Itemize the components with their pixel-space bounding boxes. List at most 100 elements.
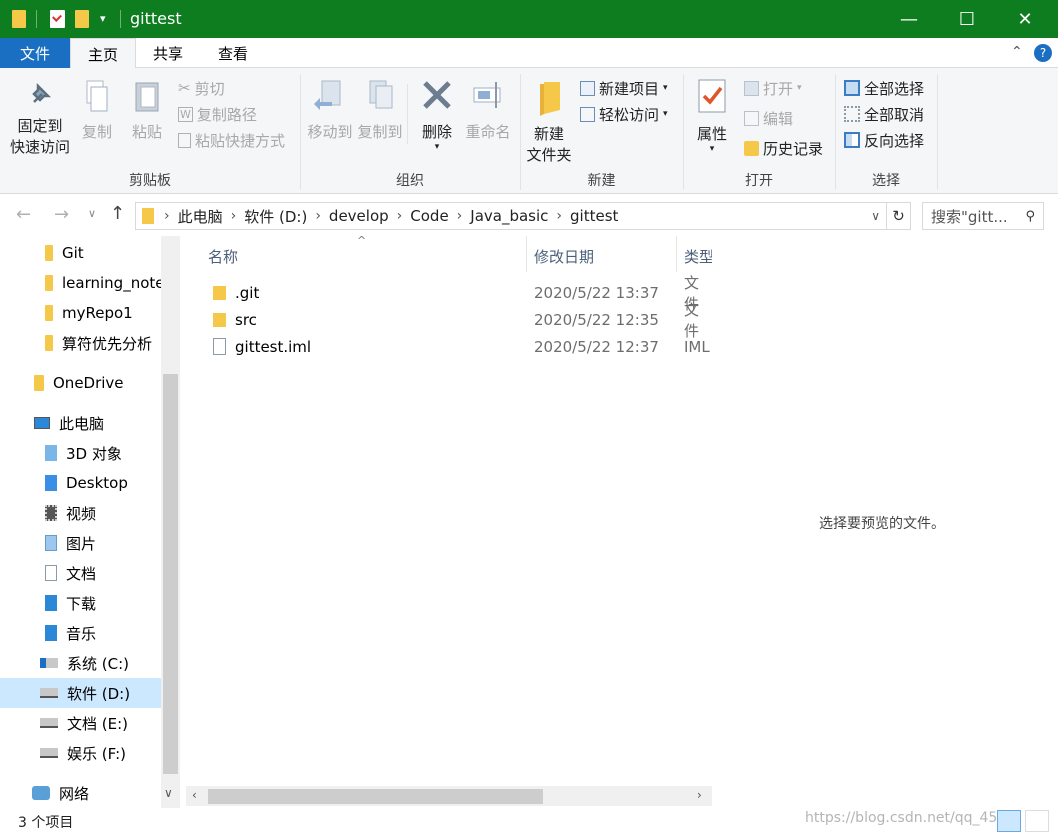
properties-dropdown-icon[interactable]: ▾	[690, 145, 734, 154]
divider	[36, 10, 37, 28]
properties-button[interactable]: 属性 ▾	[690, 78, 734, 154]
minimize-button[interactable]: —	[880, 0, 938, 38]
chevron-right-icon[interactable]: ›	[315, 208, 321, 224]
nav-item-videos[interactable]: 视频	[0, 498, 161, 528]
nav-item-3d-objects[interactable]: 3D 对象	[0, 438, 161, 468]
new-folder-button[interactable]: 新建 文件夹	[524, 78, 574, 166]
nav-item-network[interactable]: 网络	[0, 778, 161, 808]
breadcrumb-gittest[interactable]: gittest	[570, 207, 618, 225]
chevron-right-icon[interactable]: ›	[231, 208, 237, 224]
breadcrumb-java-basic[interactable]: Java_basic	[470, 207, 548, 225]
nav-item-drive-e[interactable]: 文档 (E:)	[0, 708, 161, 738]
search-icon[interactable]: ⚲	[1025, 209, 1035, 224]
nav-item-myrepo1[interactable]: myRepo1	[0, 298, 161, 328]
cut-button[interactable]: ✂ 剪切	[178, 76, 225, 100]
videos-icon	[45, 505, 57, 521]
tab-home[interactable]: 主页	[70, 38, 136, 69]
breadcrumb-develop[interactable]: develop	[329, 207, 389, 225]
up-arrow-icon[interactable]: ↑	[110, 203, 125, 224]
copy-label: 复制	[81, 123, 112, 141]
breadcrumb-code[interactable]: Code	[410, 207, 448, 225]
nav-item-this-pc[interactable]: 此电脑	[0, 408, 161, 438]
paste-shortcut-button[interactable]: 粘贴快捷方式	[178, 128, 285, 152]
nav-item-downloads[interactable]: 下载	[0, 588, 161, 618]
back-arrow-icon[interactable]: ←	[16, 204, 31, 225]
chevron-right-icon[interactable]: ›	[556, 208, 562, 224]
details-view-icon[interactable]	[997, 810, 1021, 832]
recent-locations-icon[interactable]: ∨	[88, 207, 96, 220]
delete-dropdown-icon[interactable]: ▾	[416, 143, 458, 152]
nav-label: 文档 (E:)	[67, 714, 129, 733]
nav-item-documents[interactable]: 文档	[0, 558, 161, 588]
chevron-right-icon[interactable]: ›	[164, 208, 170, 224]
maximize-button[interactable]: ☐	[938, 0, 996, 38]
breadcrumb-drive-d[interactable]: 软件 (D:)	[244, 206, 307, 227]
delete-button[interactable]: 删除 ▾	[416, 78, 458, 152]
column-header-name[interactable]: 名称	[208, 246, 238, 267]
nav-item-drive-f[interactable]: 娱乐 (F:)	[0, 738, 161, 768]
horizontal-scroll-thumb[interactable]	[208, 789, 543, 804]
open-button[interactable]: 打开 ▾	[744, 76, 802, 100]
column-divider[interactable]	[676, 236, 677, 272]
copy-path-button[interactable]: W 复制路径	[178, 102, 257, 126]
refresh-button[interactable]: ↻	[887, 202, 911, 230]
file-row-git[interactable]: .git 2020/5/22 13:37 文件	[208, 274, 712, 313]
nav-item-music[interactable]: 音乐	[0, 618, 161, 648]
nav-item-onedrive[interactable]: OneDrive	[0, 368, 161, 398]
copy-to-button[interactable]: 复制到	[356, 78, 404, 143]
scroll-down-icon[interactable]: ∨	[164, 786, 173, 800]
breadcrumb-this-pc[interactable]: 此电脑	[178, 206, 223, 227]
tab-view[interactable]: 查看	[204, 38, 262, 68]
customize-toolbar-icon[interactable]: ▾	[100, 12, 106, 25]
folder-icon	[12, 10, 26, 28]
tab-share[interactable]: 共享	[140, 38, 196, 68]
chevron-down-icon: ▾	[663, 109, 668, 119]
nav-item-operator-precedence[interactable]: 算符优先分析	[0, 328, 161, 358]
pin-to-quick-access-button[interactable]: 固定到 快速访问	[6, 78, 74, 158]
move-to-button[interactable]: 移动到	[306, 78, 354, 143]
select-none-icon	[844, 106, 860, 122]
column-divider[interactable]	[526, 236, 527, 272]
select-none-button[interactable]: 全部取消	[844, 102, 924, 126]
rename-button[interactable]: 重命名	[462, 78, 514, 143]
chevron-right-icon[interactable]: ›	[457, 208, 463, 224]
network-icon	[32, 786, 50, 800]
file-name: gittest.iml	[235, 337, 312, 356]
chevron-right-icon[interactable]: ›	[397, 208, 403, 224]
scroll-left-icon[interactable]: ‹	[192, 788, 197, 802]
tab-file[interactable]: 文件	[0, 38, 70, 68]
nav-item-learning-notes[interactable]: learning_notes	[0, 268, 161, 298]
copy-button[interactable]: 复制	[76, 78, 118, 143]
easy-access-button[interactable]: 轻松访问 ▾	[580, 102, 668, 126]
nav-label: 软件 (D:)	[67, 684, 131, 703]
large-icons-view-icon[interactable]	[1025, 810, 1049, 832]
search-input[interactable]: 搜索"gitt... ⚲	[922, 202, 1044, 230]
properties-icon[interactable]	[50, 10, 65, 28]
paste-button[interactable]: 粘贴	[126, 78, 168, 143]
forward-arrow-icon[interactable]: →	[54, 204, 69, 225]
edit-button[interactable]: 编辑	[744, 106, 793, 130]
help-icon[interactable]: ?	[1034, 44, 1052, 62]
address-dropdown-icon[interactable]: ∨	[871, 209, 880, 223]
select-all-button[interactable]: 全部选择	[844, 76, 924, 100]
new-folder-icon[interactable]	[75, 10, 89, 28]
nav-item-desktop[interactable]: Desktop	[0, 468, 161, 498]
pin-label-line1: 固定到	[17, 117, 63, 135]
address-bar[interactable]: › 此电脑 › 软件 (D:) › develop › Code › Java_…	[135, 202, 887, 230]
file-row-gittest-iml[interactable]: gittest.iml 2020/5/22 12:37 IML	[208, 333, 712, 360]
column-header-type[interactable]: 类型	[684, 246, 714, 267]
invert-selection-button[interactable]: 反向选择	[844, 128, 924, 152]
history-button[interactable]: 历史记录	[744, 136, 823, 160]
nav-pane-scroll-thumb[interactable]	[163, 374, 178, 774]
collapse-ribbon-icon[interactable]: ⌃	[1011, 44, 1023, 60]
close-button[interactable]: ✕	[996, 0, 1054, 38]
nav-item-drive-c[interactable]: 系统 (C:)	[0, 648, 161, 678]
column-header-date[interactable]: 修改日期	[534, 246, 594, 267]
nav-item-pictures[interactable]: 图片	[0, 528, 161, 558]
edit-pencil-icon	[744, 110, 759, 126]
nav-item-git[interactable]: Git	[0, 238, 161, 268]
nav-item-drive-d[interactable]: 软件 (D:)	[0, 678, 161, 708]
scroll-right-icon[interactable]: ›	[697, 788, 702, 802]
new-item-button[interactable]: 新建项目 ▾	[580, 76, 668, 100]
file-row-src[interactable]: src 2020/5/22 12:35 文件	[208, 301, 712, 340]
